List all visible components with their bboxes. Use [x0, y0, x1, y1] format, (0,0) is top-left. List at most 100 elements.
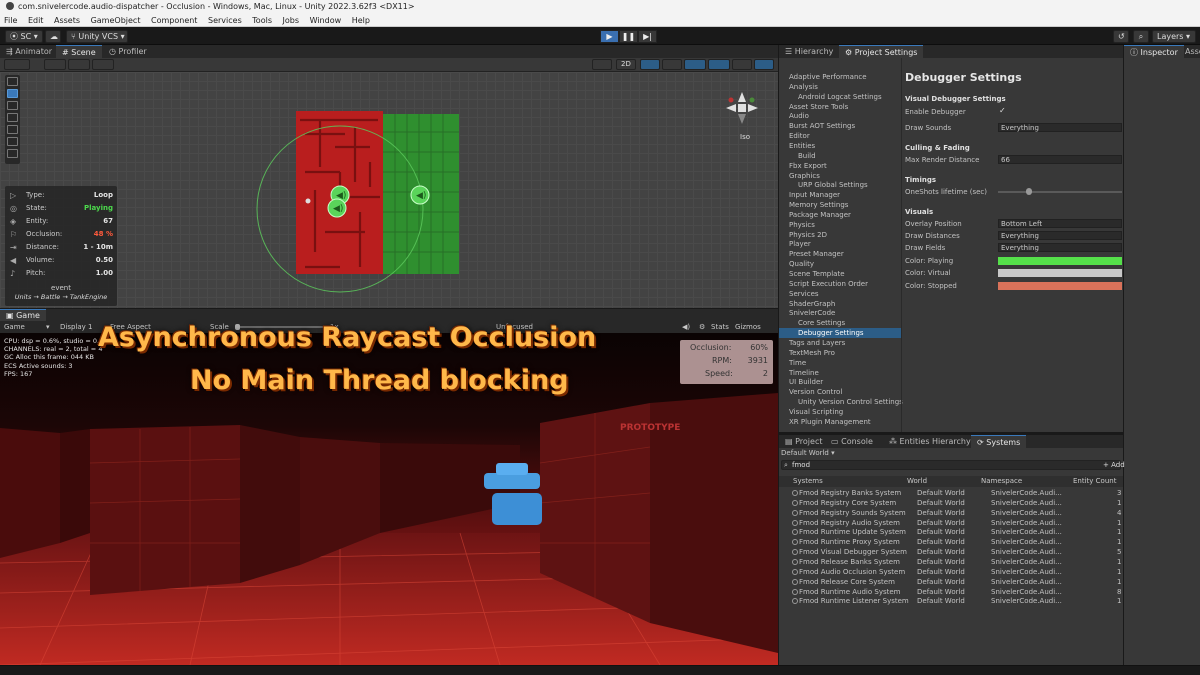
table-row[interactable]: Fmod Release Banks System Default World Sn… [779, 557, 1123, 567]
menu-services[interactable]: Services [208, 16, 242, 25]
settings-item[interactable]: Time [789, 358, 806, 368]
settings-item[interactable]: Scene Template [789, 269, 845, 279]
table-row[interactable]: Fmod Runtime Update System Default World S… [779, 527, 1123, 537]
menu-edit[interactable]: Edit [28, 16, 44, 25]
oneshots-lifetime-slider[interactable] [998, 191, 1122, 193]
table-row[interactable]: Fmod Runtime Listener System Default Worl… [779, 596, 1123, 606]
settings-item[interactable]: Burst AOT Settings [789, 121, 855, 131]
menu-assets[interactable]: Assets [54, 16, 80, 25]
table-row[interactable]: Fmod Release Core System Default World Sni… [779, 577, 1123, 587]
table-row[interactable]: Fmod Registry Sounds System Default World… [779, 508, 1123, 518]
vcs-button[interactable]: ⑂ Unity VCS ▾ [66, 29, 128, 43]
max-render-distance-field[interactable]: 66 [998, 155, 1122, 164]
settings-item[interactable]: Package Manager [789, 210, 851, 220]
menu-file[interactable]: File [4, 16, 17, 25]
tab-profiler[interactable]: ◷ Profiler [103, 45, 153, 58]
table-row[interactable]: Fmod Visual Debugger System Default World… [779, 547, 1123, 557]
enable-debugger-checkbox[interactable]: ✓ [999, 106, 1006, 115]
settings-item[interactable]: Audio [789, 111, 809, 121]
settings-item[interactable]: Tags and Layers [789, 338, 845, 348]
settings-item[interactable]: Build [798, 151, 816, 161]
settings-item[interactable]: Debugger Settings [779, 328, 901, 339]
menu-gameobject[interactable]: GameObject [91, 16, 141, 25]
overlay-position-dropdown[interactable]: Bottom Left [998, 219, 1122, 228]
tab-hierarchy[interactable]: ☰ Hierarchy [779, 45, 839, 58]
add-button[interactable]: + Add [1103, 461, 1125, 469]
settings-item[interactable]: Android Logcat Settings [798, 92, 882, 102]
settings-item[interactable]: Editor [789, 131, 810, 141]
settings-item[interactable]: SnivelerCode [789, 308, 835, 318]
menu-help[interactable]: Help [352, 16, 370, 25]
col-systems[interactable]: Systems [793, 477, 823, 485]
display-dropdown[interactable]: Display 1 [60, 321, 92, 333]
settings-item[interactable]: Version Control [789, 387, 842, 397]
play-button[interactable]: ▶ [600, 29, 619, 43]
col-entity-count[interactable]: Entity Count [1073, 477, 1116, 485]
camera-settings-button[interactable] [732, 59, 752, 70]
tab-project-settings[interactable]: ⚙ Project Settings [839, 45, 924, 58]
rect-tool-icon[interactable] [7, 125, 18, 134]
table-row[interactable]: Fmod Runtime Audio System Default World Sn… [779, 587, 1123, 597]
transform-tool-icon[interactable] [7, 137, 18, 146]
settings-item[interactable]: Physics [789, 220, 815, 230]
shading-mode-button[interactable] [592, 59, 612, 70]
menu-component[interactable]: Component [151, 16, 197, 25]
effects-toggle[interactable] [684, 59, 706, 70]
draw-fields-dropdown[interactable]: Everything [998, 243, 1122, 252]
settings-item[interactable]: UI Builder [789, 377, 823, 387]
menu-tools[interactable]: Tools [252, 16, 272, 25]
settings-item[interactable]: Analysis [789, 82, 818, 92]
account-button[interactable]: ⦿ SC ▾ [5, 29, 43, 43]
pause-button[interactable]: ❚❚ [619, 29, 638, 43]
draw-sounds-dropdown[interactable]: Everything [998, 123, 1122, 132]
grid-snap-button[interactable] [44, 59, 66, 70]
settings-item[interactable]: Memory Settings [789, 200, 848, 210]
settings-item[interactable]: Asset Store Tools [789, 102, 848, 112]
audio-toggle[interactable] [662, 59, 682, 70]
step-button[interactable]: ▶| [638, 29, 657, 43]
settings-item[interactable]: URP Global Settings [798, 180, 868, 190]
settings-item[interactable]: Quality [789, 259, 814, 269]
draw-distances-dropdown[interactable]: Everything [998, 231, 1122, 240]
tab-inspector[interactable]: ⓘ Inspector [1124, 45, 1184, 58]
color-virtual-swatch[interactable] [998, 269, 1122, 277]
scale-tool-icon[interactable] [7, 113, 18, 122]
settings-item[interactable]: Visual Scripting [789, 407, 843, 417]
scene-visibility-toggle[interactable] [708, 59, 730, 70]
settings-item[interactable]: ShaderGraph [789, 299, 835, 309]
move-tool-icon[interactable] [7, 89, 18, 98]
settings-item[interactable]: Timeline [789, 368, 819, 378]
table-row[interactable]: Fmod Runtime Proxy System Default World Sn… [779, 537, 1123, 547]
table-row[interactable]: Fmod Registry Core System Default World Sn… [779, 498, 1123, 508]
settings-item[interactable]: Input Manager [789, 190, 840, 200]
gizmos-button[interactable] [754, 59, 774, 70]
menu-window[interactable]: Window [310, 16, 342, 25]
world-dropdown[interactable]: Default World ▾ [781, 449, 835, 457]
history-icon[interactable]: ↺ [1113, 29, 1129, 43]
color-stopped-swatch[interactable] [998, 282, 1122, 290]
game-mode-dropdown[interactable]: Game [4, 321, 25, 333]
settings-item[interactable]: Player [789, 239, 811, 249]
settings-item[interactable]: Preset Manager [789, 249, 844, 259]
settings-item[interactable]: Services [789, 289, 819, 299]
layers-dropdown[interactable]: Layers ▾ [1152, 29, 1196, 43]
search-icon[interactable]: ⌕ [1133, 29, 1149, 43]
settings-icon[interactable]: ⚙ [699, 321, 705, 333]
table-row[interactable]: Fmod Registry Banks System Default World S… [779, 488, 1123, 498]
settings-item[interactable]: Script Execution Order [789, 279, 868, 289]
settings-item[interactable]: Fbx Export [789, 161, 827, 171]
settings-item[interactable]: Physics 2D [789, 230, 827, 240]
settings-item[interactable]: XR Plugin Management [789, 417, 871, 427]
settings-item[interactable]: TextMesh Pro [789, 348, 835, 358]
toggle-2d-button[interactable]: 2D [616, 59, 636, 70]
col-world[interactable]: World [907, 477, 927, 485]
settings-item[interactable]: Core Settings [798, 318, 845, 328]
systems-search-field[interactable]: ⌕ fmod [781, 460, 1121, 470]
increment-snap-button[interactable] [92, 59, 114, 70]
color-playing-swatch[interactable] [998, 257, 1122, 265]
stats-button[interactable]: Stats [711, 321, 729, 333]
settings-item[interactable]: Graphics [789, 171, 820, 181]
custom-tool-icon[interactable] [7, 149, 18, 158]
col-namespace[interactable]: Namespace [981, 477, 1022, 485]
settings-item[interactable]: Adaptive Performance [789, 72, 867, 82]
